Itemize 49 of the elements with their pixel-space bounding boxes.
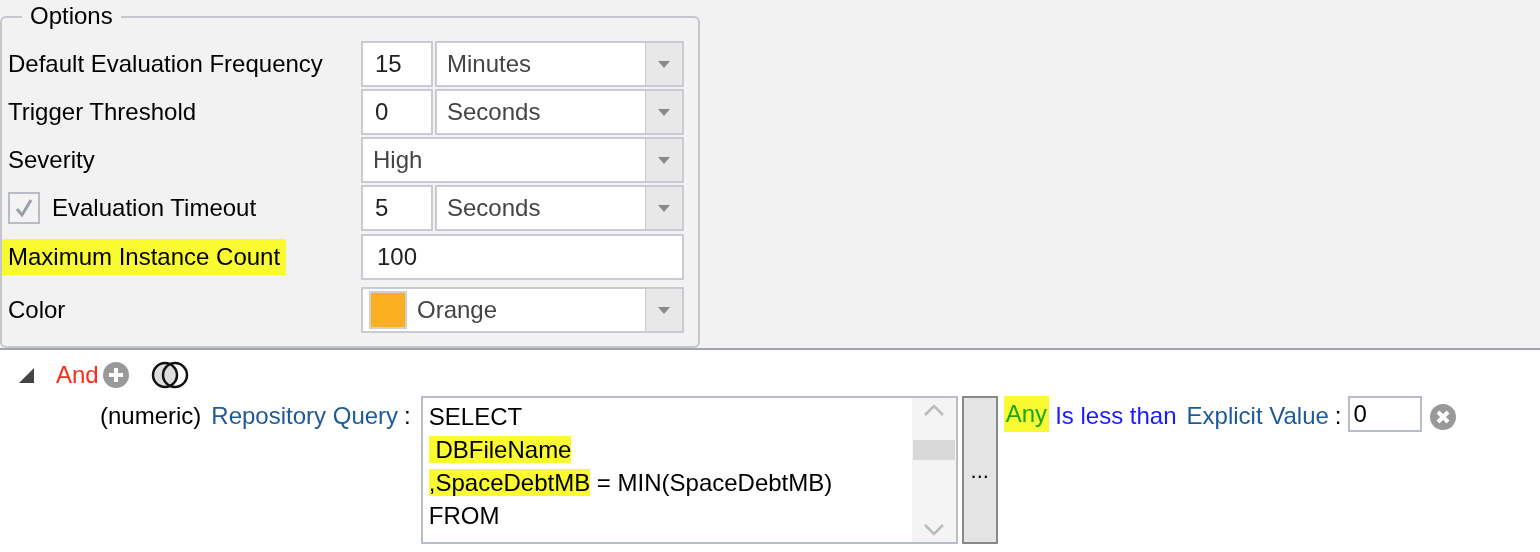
dropdown-arrow-button[interactable] (645, 43, 682, 85)
operator-link[interactable]: And (56, 357, 99, 393)
dropdown-field[interactable]: Orange (361, 287, 684, 333)
expander-icon[interactable] (18, 367, 34, 383)
remove-icon[interactable] (1429, 404, 1456, 430)
add-icon[interactable] (102, 362, 129, 388)
caret-icon (658, 306, 670, 314)
value-field[interactable]: 0 (1347, 396, 1422, 432)
scroll-down-icon[interactable] (923, 524, 944, 536)
checkbox[interactable] (8, 192, 40, 224)
field-label: Maximum Instance Count (2, 239, 287, 275)
dropdown-arrow-button[interactable] (645, 91, 682, 133)
dropdown-field[interactable]: High (361, 137, 684, 183)
separator-label: : (1334, 401, 1342, 431)
caret-icon (658, 60, 670, 68)
source-link[interactable]: Repository Query (211, 398, 399, 434)
query-line: SELECT (428, 402, 524, 432)
dropdown-field[interactable]: Minutes (435, 41, 684, 87)
caret-icon (658, 108, 670, 116)
dropdown-arrow-button[interactable] (645, 289, 682, 331)
scrollbar[interactable] (911, 398, 956, 542)
query-line: FROM (428, 501, 501, 531)
overlapping-circles-icon[interactable] (150, 361, 189, 389)
scroll-up-icon[interactable] (923, 404, 944, 416)
separator-label: : (404, 401, 411, 431)
comparison-link[interactable]: Is less than (1055, 398, 1177, 434)
browse-button[interactable]: ... (961, 396, 998, 544)
field-label: Color (7, 295, 67, 325)
field-label: Severity (7, 145, 96, 175)
dropdown-field[interactable]: Seconds (435, 89, 684, 135)
caret-icon (658, 156, 670, 164)
dropdown-arrow-button[interactable] (645, 187, 682, 229)
checkmark-icon (14, 198, 34, 218)
caret-icon (658, 204, 670, 212)
number-field[interactable]: 5 (361, 185, 433, 231)
dropdown-field[interactable]: Seconds (435, 185, 684, 231)
field-label: Trigger Threshold (7, 97, 198, 127)
number-field[interactable]: 0 (361, 89, 433, 135)
dropdown-arrow-button[interactable] (645, 139, 682, 181)
type-label: (numeric) (100, 401, 202, 431)
scroll-thumb[interactable] (912, 440, 955, 460)
field-label: Evaluation Timeout (52, 193, 257, 223)
field-label: Default Evaluation Frequency (7, 49, 324, 79)
query-field[interactable]: SELECT DBFileName ,SpaceDebtMB = MIN(SpaceDebtMB) FROM (420, 396, 958, 544)
query-line: DBFileName (428, 433, 912, 466)
value-source-link[interactable]: Explicit Value (1186, 398, 1329, 434)
number-field[interactable]: 15 (361, 41, 433, 87)
text-field[interactable]: 100 (361, 234, 684, 280)
query-line: ,SpaceDebtMB = MIN(SpaceDebtMB) (428, 468, 834, 498)
